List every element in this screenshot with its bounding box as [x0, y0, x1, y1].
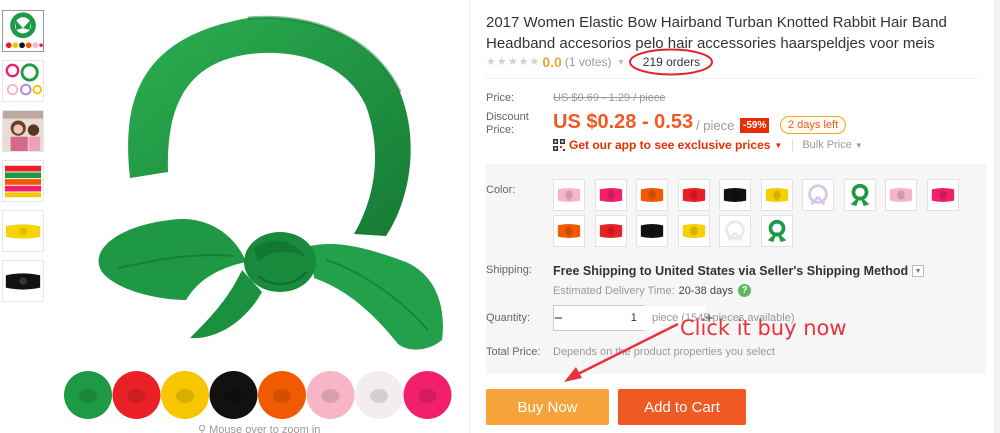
- original-price: US $0.69 - 1.29 / piece: [553, 92, 666, 104]
- headband-image: [98, 15, 443, 350]
- product-details: 2017 Women Elastic Bow Hairband Turban K…: [486, 0, 986, 433]
- color-option-white[interactable]: [719, 215, 751, 247]
- swatch-knot: [79, 389, 97, 403]
- star-icon: ★: [507, 56, 518, 68]
- thumbnail-image[interactable]: [2, 160, 44, 202]
- shipping-method: Free Shipping to United States via Selle…: [553, 264, 925, 278]
- orders-highlight: 219 orders: [627, 47, 715, 77]
- discount-price-label: Discount Price:: [486, 111, 529, 136]
- color-option-red[interactable]: [594, 215, 627, 247]
- color-option-rose[interactable]: [926, 179, 959, 211]
- star-icon: ★: [486, 56, 496, 68]
- color-option-lavender[interactable]: [802, 179, 834, 211]
- product-title: 2017 Women Elastic Bow Hairband Turban K…: [486, 14, 947, 52]
- color-option-red[interactable]: [677, 179, 710, 211]
- color-option-light-pink[interactable]: [553, 179, 585, 211]
- color-option-orange[interactable]: [553, 215, 585, 247]
- swatch-knot: [418, 389, 437, 403]
- color-option-green[interactable]: [760, 215, 793, 247]
- thumbnail-image[interactable]: [2, 60, 44, 102]
- help-icon[interactable]: ?: [738, 284, 752, 297]
- divider: [792, 139, 794, 151]
- color-swatch-row: [64, 368, 464, 422]
- color-option-light-pink[interactable]: [885, 179, 917, 211]
- color-option-black[interactable]: [719, 179, 751, 211]
- swatch-knot: [176, 389, 194, 403]
- swatch-knot: [273, 389, 291, 403]
- chevron-down-icon[interactable]: ▼: [617, 57, 626, 67]
- color-option-orange[interactable]: [636, 179, 668, 211]
- swatch-knot: [370, 389, 388, 403]
- thumbnail-image[interactable]: [2, 10, 44, 52]
- app-promo-link[interactable]: Get our app to see exclusive prices: [569, 138, 770, 152]
- color-option-rose[interactable]: [594, 179, 627, 211]
- zoom-hint-text: Mouse over to zoom in: [209, 424, 321, 433]
- star-icon: ★: [518, 56, 529, 68]
- thumbnail-image[interactable]: [2, 210, 44, 252]
- add-to-cart-button[interactable]: Add to Cart: [618, 389, 746, 425]
- chevron-down-icon[interactable]: ▼: [912, 265, 925, 277]
- chevron-down-icon[interactable]: ▼: [855, 141, 863, 150]
- swatch-knot: [321, 389, 340, 403]
- qr-code-icon: [553, 139, 565, 151]
- divider: [486, 78, 978, 79]
- thumbnail-image[interactable]: [2, 110, 44, 152]
- delivery-estimate: Estimated Delivery Time: 20-38 days ?: [553, 284, 752, 297]
- thumbnail-image[interactable]: [2, 260, 44, 302]
- app-promo-row: Get our app to see exclusive prices ▼ Bu…: [553, 138, 863, 152]
- main-product-image[interactable]: ⚲ Mouse over to zoom in: [58, 0, 462, 433]
- color-option-green[interactable]: [843, 179, 876, 211]
- color-label: Color:: [486, 184, 516, 196]
- shipping-label: Shipping:: [486, 264, 532, 276]
- color-option-yellow[interactable]: [677, 215, 710, 247]
- chevron-down-icon[interactable]: ▼: [774, 141, 782, 150]
- discount-badge: -59%: [740, 118, 770, 133]
- red-arrow-annotation: [564, 322, 679, 382]
- star-icon: ★: [529, 56, 540, 68]
- rating-row: ★ ★ ★ ★ ★ 0.0 (1 votes) ▼ 219 orders: [486, 48, 715, 76]
- swatch-knot: [127, 389, 146, 403]
- buy-now-button[interactable]: Buy Now: [486, 389, 609, 425]
- price-label: Price:: [486, 92, 515, 104]
- bulk-price-link[interactable]: Bulk Price: [802, 139, 852, 151]
- annotation-text: Click it buy now: [680, 316, 847, 340]
- rating-stars[interactable]: ★ ★ ★ ★ ★: [486, 56, 539, 68]
- color-option-yellow[interactable]: [760, 179, 793, 211]
- thumbnail-strip: [2, 10, 46, 310]
- delivery-label: Estimated Delivery Time:: [553, 284, 675, 297]
- delivery-time: 20-38 days: [678, 284, 734, 297]
- color-option-black[interactable]: [636, 215, 668, 247]
- total-price-label: Total Price:: [486, 346, 541, 358]
- star-icon: ★: [496, 56, 507, 68]
- price-unit: / piece: [696, 118, 735, 133]
- divider: [469, 0, 470, 433]
- swatch-knot: [224, 389, 243, 403]
- swatch-circles[interactable]: [64, 368, 464, 422]
- rating-votes-link[interactable]: (1 votes): [565, 55, 612, 69]
- days-left-badge: 2 days left: [780, 116, 847, 134]
- scrollbar[interactable]: [994, 0, 1000, 433]
- quantity-label: Quantity:: [486, 312, 531, 324]
- zoom-hint: ⚲ Mouse over to zoom in: [198, 424, 320, 433]
- orders-count: 219 orders: [642, 55, 701, 69]
- shipping-method-text: Free Shipping to United States via Selle…: [553, 264, 909, 278]
- discount-price: US $0.28 - 0.53: [553, 111, 694, 133]
- rating-score: 0.0: [542, 54, 562, 70]
